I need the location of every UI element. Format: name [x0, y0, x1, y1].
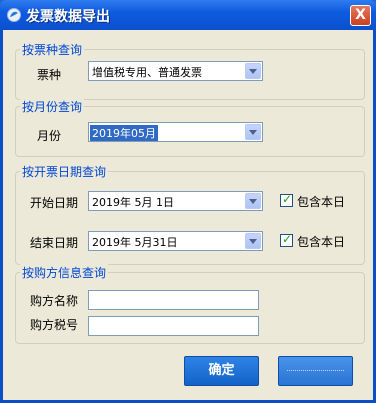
ticket-type-value: 增值税专用、普通发票 [92, 66, 202, 79]
month-group-title: 按月份查询 [20, 98, 85, 115]
end-date-picker[interactable]: 2019年 5月31日 [88, 231, 263, 251]
buyer-name-input[interactable] [88, 290, 259, 310]
end-date-value: 2019年 5月31日 [92, 236, 178, 249]
title-bar[interactable]: 发票数据导出 X [0, 0, 376, 30]
start-date-picker[interactable]: 2019年 5月 1日 [88, 191, 263, 211]
buyer-tax-input[interactable] [88, 316, 259, 336]
month-label: 月份 [37, 129, 62, 143]
buyer-name-label: 购方名称 [30, 294, 79, 308]
buyer-group-title: 按购方信息查询 [20, 264, 109, 281]
end-date-label: 结束日期 [30, 236, 79, 250]
include-start-label: 包含本日 [297, 195, 346, 209]
ticket-type-group-title: 按票种查询 [20, 41, 85, 58]
dialog-body: 按票种查询 票种 增值税专用、普通发票 按月份查询 月份 2019年05月 按开… [3, 30, 373, 400]
close-button[interactable]: X [350, 5, 371, 26]
include-start-checkbox[interactable]: ✓ [280, 192, 293, 207]
buyer-tax-label: 购方税号 [30, 318, 79, 332]
buyer-group: 按购方信息查询 购方名称 购方税号 [15, 264, 365, 344]
date-group-title: 按开票日期查询 [20, 163, 109, 180]
chevron-down-icon[interactable] [245, 63, 261, 79]
close-icon: X [355, 7, 366, 23]
include-end-checkbox[interactable]: ✓ [280, 232, 293, 247]
window-title: 发票数据导出 [26, 9, 110, 25]
ticket-type-group: 按票种查询 票种 增值税专用、普通发票 [15, 41, 365, 100]
check-icon: ✓ [282, 232, 293, 246]
ticket-type-label: 票种 [37, 68, 62, 82]
chevron-down-icon[interactable] [245, 124, 261, 140]
dialog-window: 发票数据导出 X 按票种查询 票种 增值税专用、普通发票 按月份查询 月份 20… [0, 0, 376, 403]
chevron-down-icon[interactable] [245, 233, 261, 249]
month-group: 按月份查询 月份 2019年05月 [15, 98, 365, 157]
chevron-down-icon[interactable] [245, 193, 261, 209]
start-date-value: 2019年 5月 1日 [92, 196, 174, 209]
month-value: 2019年05月 [90, 125, 158, 141]
secondary-button[interactable] [278, 356, 353, 386]
focus-dots [287, 370, 344, 372]
app-icon [7, 8, 21, 22]
check-icon: ✓ [282, 192, 293, 206]
date-group: 按开票日期查询 开始日期 2019年 5月 1日 ✓ 包含本日 结束日期 201… [15, 163, 365, 265]
ticket-type-select[interactable]: 增值税专用、普通发票 [88, 61, 263, 81]
confirm-button[interactable]: 确定 [184, 356, 259, 386]
start-date-label: 开始日期 [30, 196, 79, 210]
confirm-button-label: 确定 [208, 363, 235, 378]
month-select[interactable]: 2019年05月 [88, 122, 263, 142]
include-end-label: 包含本日 [297, 235, 346, 249]
